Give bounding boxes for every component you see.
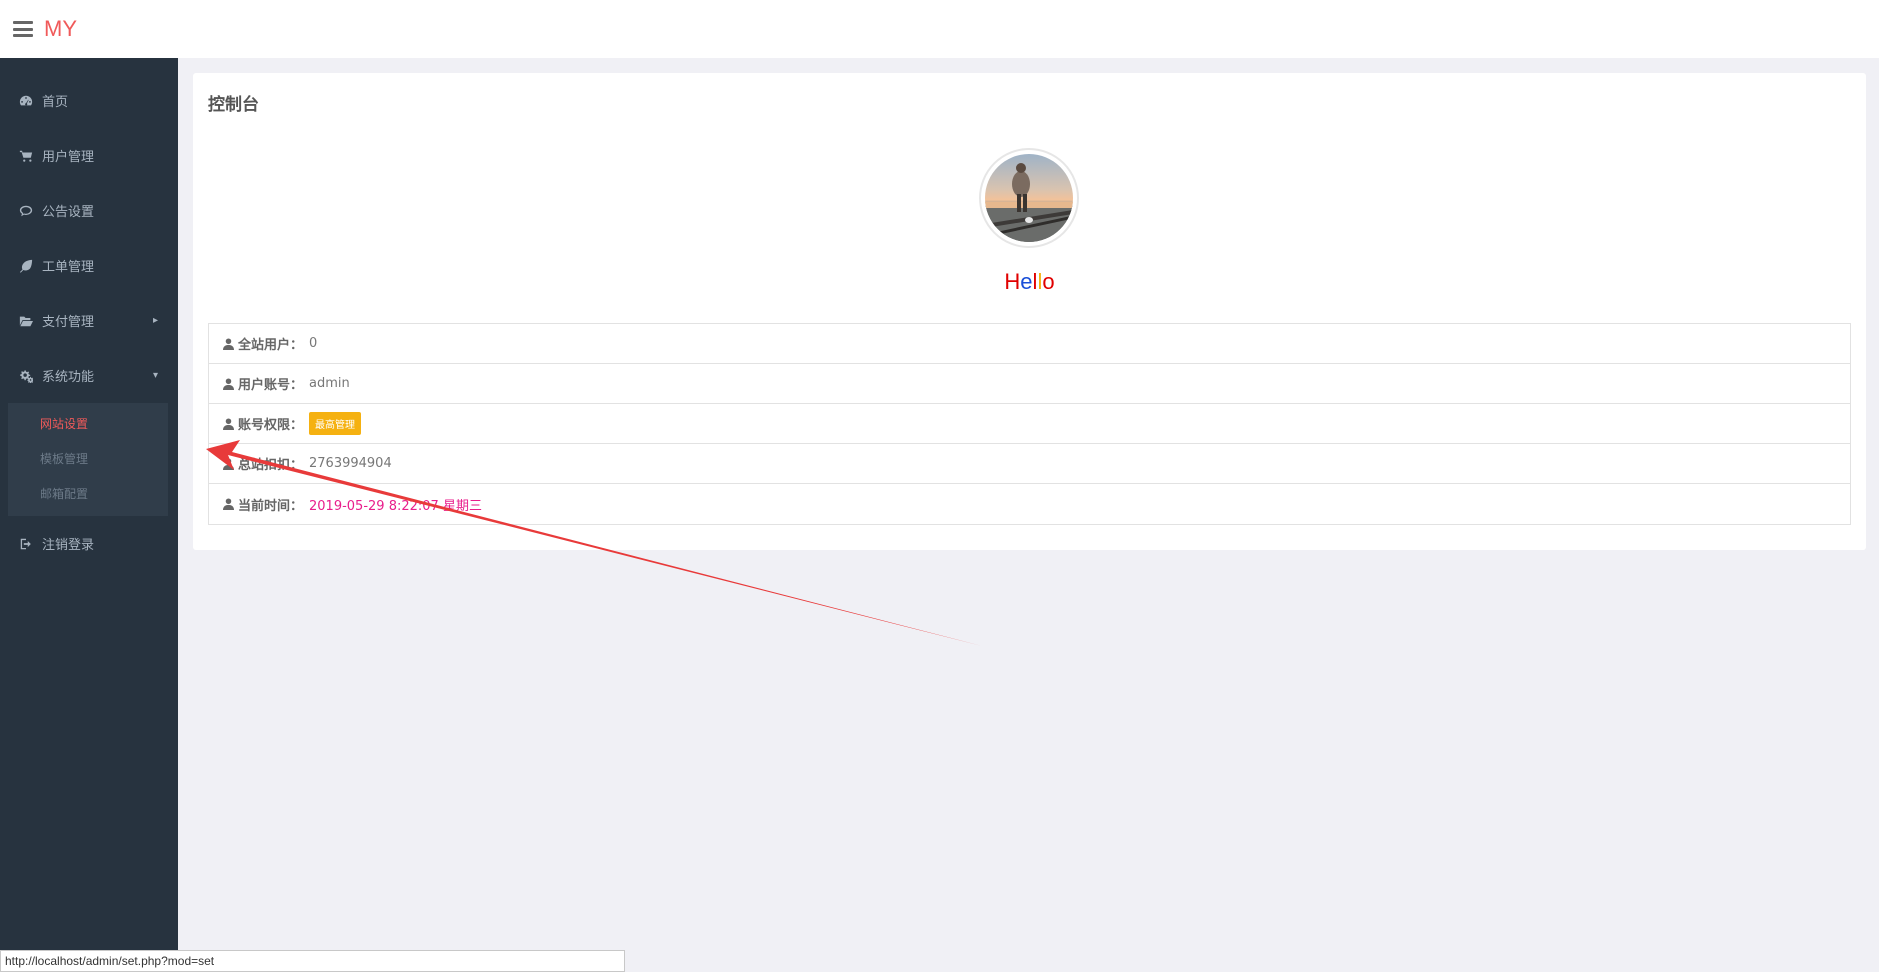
row-label: 账号权限：: [238, 418, 304, 433]
row-label: 全站用户：: [238, 338, 304, 353]
sidebar-item-label: 工单管理: [42, 260, 95, 275]
submenu-item-site-settings[interactable]: 网站设置: [8, 407, 168, 442]
table-row: 全站用户： 0: [209, 324, 1850, 364]
user-icon: [223, 418, 235, 430]
sidebar-item-label: 公告设置: [42, 205, 95, 220]
sidebar-item-notice[interactable]: 公告设置: [0, 183, 178, 238]
hello-greeting: Hello: [193, 269, 1866, 295]
sidebar-item-label: 系统功能: [42, 370, 95, 385]
row-value: 0: [309, 336, 318, 351]
user-icon: [223, 458, 235, 470]
row-value: 2763994904: [309, 456, 392, 471]
folder-open-icon: [18, 313, 33, 328]
sidebar: 首页 用户管理 公告设置 工单管理 支付管理 ▸ 系统功能 ▾ 网站设置 模板管…: [0, 58, 178, 972]
user-icon: [223, 338, 235, 350]
avatar: [979, 148, 1079, 248]
chevron-right-icon: ▸: [152, 315, 158, 326]
chevron-down-icon: ▾: [152, 370, 158, 381]
row-label: 当前时间：: [238, 498, 304, 514]
sidebar-item-label: 首页: [42, 95, 69, 110]
row-value: admin: [309, 376, 350, 391]
user-icon: [223, 378, 235, 390]
sidebar-item-label: 注销登录: [42, 538, 95, 553]
sidebar-item-users[interactable]: 用户管理: [0, 128, 178, 183]
sidebar-item-payment[interactable]: 支付管理 ▸: [0, 293, 178, 348]
table-row: 当前时间： 2019-05-29 8:22:07 星期三: [209, 484, 1850, 524]
page-title: 控制台: [208, 95, 259, 115]
cart-icon: [18, 148, 33, 163]
sidebar-item-home[interactable]: 首页: [0, 73, 178, 128]
hello-letter: e: [1020, 269, 1033, 294]
sidebar-item-label: 用户管理: [42, 150, 95, 165]
dashboard-icon: [18, 93, 33, 108]
dashboard-card: 控制台 Hello 全站用户： 0 用户账号： admin 账号权限： 最高管理…: [193, 73, 1866, 550]
table-row: 总站扣扣： 2763994904: [209, 444, 1850, 484]
cogs-icon: [18, 368, 33, 383]
hamburger-icon[interactable]: [13, 21, 33, 37]
sign-out-icon: [18, 536, 33, 551]
avatar-photo: [985, 154, 1073, 242]
table-row: 账号权限： 最高管理: [209, 404, 1850, 444]
row-value: 2019-05-29 8:22:07 星期三: [309, 498, 482, 514]
sidebar-item-logout[interactable]: 注销登录: [0, 516, 178, 571]
hello-letter: H: [1004, 269, 1021, 294]
table-row: 用户账号： admin: [209, 364, 1850, 404]
sidebar-item-tickets[interactable]: 工单管理: [0, 238, 178, 293]
brand-logo[interactable]: MY: [44, 16, 77, 42]
comment-icon: [18, 203, 33, 218]
status-badge: 最高管理: [309, 412, 362, 435]
status-bar-url: http://localhost/admin/set.php?mod=set: [0, 950, 625, 972]
top-bar: MY: [0, 0, 1879, 58]
leaf-icon: [18, 258, 33, 273]
hello-letter: o: [1042, 269, 1055, 294]
row-label: 用户账号：: [238, 378, 304, 393]
submenu-item-templates[interactable]: 模板管理: [8, 442, 168, 477]
submenu-item-mail-config[interactable]: 邮箱配置: [8, 477, 168, 512]
user-icon: [223, 498, 235, 510]
row-label: 总站扣扣：: [238, 458, 304, 473]
sidebar-item-label: 支付管理: [42, 315, 95, 330]
system-submenu: 网站设置 模板管理 邮箱配置: [8, 403, 168, 516]
info-table: 全站用户： 0 用户账号： admin 账号权限： 最高管理 总站扣扣： 276…: [208, 323, 1851, 525]
sidebar-item-system[interactable]: 系统功能 ▾: [0, 348, 178, 403]
